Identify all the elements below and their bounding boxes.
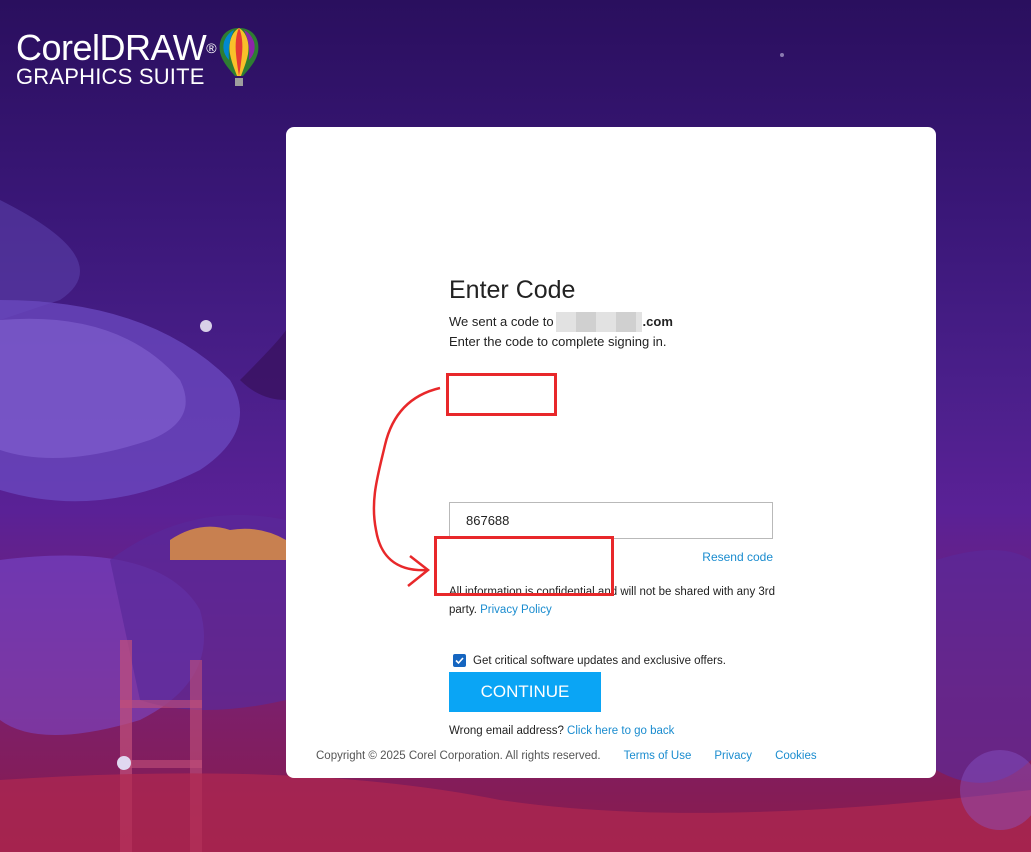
annotation-arrow	[372, 386, 441, 587]
